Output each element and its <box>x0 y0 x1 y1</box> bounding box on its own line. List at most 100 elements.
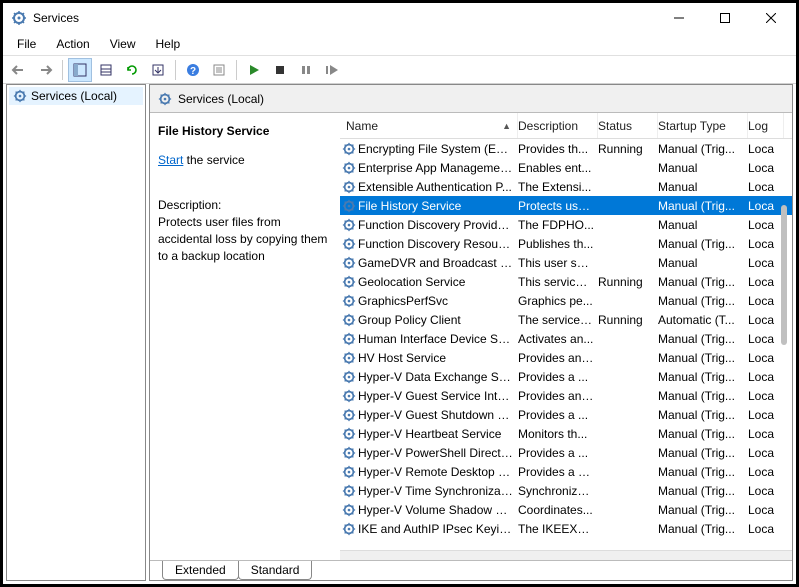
service-row[interactable]: Enterprise App Managemen...Enables ent..… <box>340 158 792 177</box>
bottom-tabs: Extended Standard <box>150 560 792 580</box>
service-row[interactable]: IKE and AuthIP IPsec Keying...The IKEEXT… <box>340 519 792 538</box>
cell-logon: Loca <box>748 142 784 156</box>
cell-name: Function Discovery Provide... <box>358 218 518 232</box>
start-service-button[interactable] <box>242 58 266 82</box>
column-name[interactable]: Name ▲ <box>340 113 518 138</box>
service-row[interactable]: Hyper-V Guest Shutdown S...Provides a ..… <box>340 405 792 424</box>
cell-name: Hyper-V Time Synchronizati... <box>358 484 518 498</box>
show-hide-tree-button[interactable] <box>68 58 92 82</box>
horizontal-scrollbar[interactable] <box>340 550 792 560</box>
service-row[interactable]: Hyper-V Guest Service Inter...Provides a… <box>340 386 792 405</box>
service-row[interactable]: Hyper-V Data Exchange Ser...Provides a .… <box>340 367 792 386</box>
menu-view[interactable]: View <box>100 37 146 51</box>
forward-button[interactable] <box>33 58 57 82</box>
start-link[interactable]: Start <box>158 153 183 167</box>
gear-icon <box>340 370 358 384</box>
cell-startup: Manual (Trig... <box>658 465 748 479</box>
menu-action[interactable]: Action <box>46 37 99 51</box>
stop-service-button[interactable] <box>268 58 292 82</box>
service-row[interactable]: Hyper-V Time Synchronizati...Synchronize… <box>340 481 792 500</box>
tree-pane[interactable]: Services (Local) <box>6 84 146 581</box>
service-row[interactable]: Group Policy ClientThe service i...Runni… <box>340 310 792 329</box>
gear-icon <box>340 142 358 156</box>
list-title: Services (Local) <box>178 92 264 106</box>
svg-text:?: ? <box>190 66 196 77</box>
app-icon <box>11 10 27 26</box>
cell-startup: Manual (Trig... <box>658 237 748 251</box>
service-row[interactable]: HV Host ServiceProvides an ...Manual (Tr… <box>340 348 792 367</box>
cell-startup: Manual (Trig... <box>658 142 748 156</box>
cell-logon: Loca <box>748 256 784 270</box>
gear-icon <box>340 180 358 194</box>
export-button[interactable] <box>146 58 170 82</box>
cell-startup: Manual (Trig... <box>658 275 748 289</box>
close-button[interactable] <box>748 3 794 33</box>
service-row[interactable]: File History ServiceProtects use...Manua… <box>340 196 792 215</box>
menubar: File Action View Help <box>3 33 796 55</box>
gear-icon <box>340 522 358 536</box>
cell-logon: Loca <box>748 199 784 213</box>
gear-icon <box>340 237 358 251</box>
service-row[interactable]: Hyper-V PowerShell Direct ...Provides a … <box>340 443 792 462</box>
cell-startup: Manual <box>658 256 748 270</box>
separator <box>175 60 176 80</box>
column-description[interactable]: Description <box>518 113 598 138</box>
gear-icon <box>340 427 358 441</box>
cell-startup: Manual (Trig... <box>658 351 748 365</box>
gear-icon <box>340 503 358 517</box>
cell-description: Graphics pe... <box>518 294 598 308</box>
cell-name: Hyper-V Remote Desktop Vi... <box>358 465 518 479</box>
service-row[interactable]: Hyper-V Heartbeat ServiceMonitors th...M… <box>340 424 792 443</box>
gear-icon <box>340 294 358 308</box>
toolbar: ? <box>3 56 796 84</box>
back-button[interactable] <box>7 58 31 82</box>
service-row[interactable]: Extensible Authentication P...The Extens… <box>340 177 792 196</box>
service-row[interactable]: Geolocation ServiceThis service ...Runni… <box>340 272 792 291</box>
pause-service-button[interactable] <box>294 58 318 82</box>
services-list[interactable]: Name ▲ Description Status Startup Type L… <box>340 113 792 560</box>
cell-logon: Loca <box>748 408 784 422</box>
cell-logon: Loca <box>748 294 784 308</box>
tab-standard[interactable]: Standard <box>238 561 313 580</box>
menu-file[interactable]: File <box>7 37 46 51</box>
properties-button[interactable] <box>207 58 231 82</box>
column-startup-type[interactable]: Startup Type <box>658 113 748 138</box>
gear-icon <box>340 275 358 289</box>
service-row[interactable]: GameDVR and Broadcast Us...This user ser… <box>340 253 792 272</box>
service-row[interactable]: Function Discovery Resourc...Publishes t… <box>340 234 792 253</box>
minimize-button[interactable] <box>656 3 702 33</box>
tab-extended[interactable]: Extended <box>162 561 239 580</box>
cell-startup: Manual (Trig... <box>658 370 748 384</box>
cell-status: Running <box>598 275 658 289</box>
cell-name: Hyper-V PowerShell Direct ... <box>358 446 518 460</box>
service-row[interactable]: GraphicsPerfSvcGraphics pe...Manual (Tri… <box>340 291 792 310</box>
cell-startup: Manual (Trig... <box>658 446 748 460</box>
cell-name: Hyper-V Guest Shutdown S... <box>358 408 518 422</box>
service-row[interactable]: Encrypting File System (EFS)Provides th.… <box>340 139 792 158</box>
service-row[interactable]: Human Interface Device Ser...Activates a… <box>340 329 792 348</box>
cell-name: Hyper-V Data Exchange Ser... <box>358 370 518 384</box>
help-button[interactable]: ? <box>181 58 205 82</box>
detail-panel: File History Service Start the service D… <box>150 113 340 560</box>
cell-startup: Manual (Trig... <box>658 389 748 403</box>
export-list-button[interactable] <box>94 58 118 82</box>
tree-item-services-local[interactable]: Services (Local) <box>9 87 143 105</box>
restart-service-button[interactable] <box>320 58 344 82</box>
menu-help[interactable]: Help <box>146 37 191 51</box>
cell-description: Provides th... <box>518 142 598 156</box>
cell-logon: Loca <box>748 351 784 365</box>
service-row[interactable]: Function Discovery Provide...The FDPHO..… <box>340 215 792 234</box>
cell-description: Provides an ... <box>518 389 598 403</box>
service-row[interactable]: Hyper-V Volume Shadow C...Coordinates...… <box>340 500 792 519</box>
column-log-on-as[interactable]: Log <box>748 113 784 138</box>
cell-startup: Manual (Trig... <box>658 199 748 213</box>
cell-startup: Manual (Trig... <box>658 427 748 441</box>
cell-name: IKE and AuthIP IPsec Keying... <box>358 522 518 536</box>
service-row[interactable]: Hyper-V Remote Desktop Vi...Provides a p… <box>340 462 792 481</box>
column-status[interactable]: Status <box>598 113 658 138</box>
maximize-button[interactable] <box>702 3 748 33</box>
vertical-scrollbar[interactable] <box>781 205 787 345</box>
refresh-button[interactable] <box>120 58 144 82</box>
cell-startup: Manual <box>658 218 748 232</box>
cell-description: Publishes th... <box>518 237 598 251</box>
